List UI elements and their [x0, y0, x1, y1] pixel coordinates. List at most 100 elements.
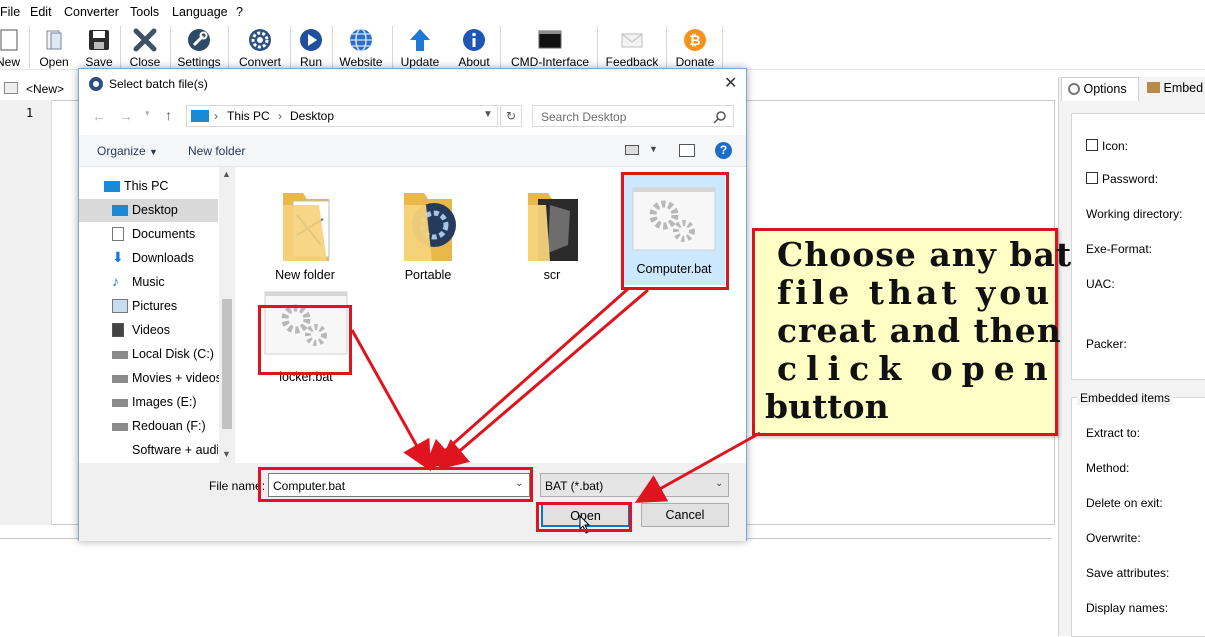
donate-label: Donate: [675, 55, 715, 69]
about-button[interactable]: About: [454, 24, 494, 70]
nav-pictures[interactable]: Pictures: [112, 299, 177, 313]
scroll-down-icon[interactable]: ▼: [222, 449, 231, 459]
gear-icon: [89, 77, 103, 91]
organize-label: Organize: [97, 144, 146, 158]
packer-label: Packer:: [1086, 337, 1127, 351]
info-icon: [463, 29, 485, 51]
envelope-icon: [621, 33, 643, 48]
forward-icon[interactable]: →: [119, 108, 133, 124]
nav-documents[interactable]: Documents: [112, 227, 195, 241]
music-icon: ♪: [112, 273, 119, 289]
delete-on-exit-label: Delete on exit:: [1086, 496, 1163, 510]
cancel-button[interactable]: Cancel: [641, 503, 729, 527]
preview-pane-icon[interactable]: [679, 144, 695, 157]
feedback-button[interactable]: Feedback: [602, 24, 662, 70]
extract-to-label: Extract to:: [1086, 426, 1141, 440]
nav-movies-videos[interactable]: Movies + videos: [112, 371, 222, 385]
file-type-select[interactable]: BAT (*.bat) ⌄: [540, 473, 729, 497]
menu-file[interactable]: File: [0, 5, 20, 19]
save-button[interactable]: Save: [82, 24, 116, 70]
toolbar: New Open Save Close Settings Convert Run…: [0, 24, 1205, 70]
update-button[interactable]: Update: [398, 24, 442, 70]
pictures-icon: [112, 299, 128, 313]
file-name: Portable: [404, 268, 452, 282]
new-folder-button[interactable]: New folder: [188, 144, 245, 158]
nav-scrollbar[interactable]: ▲ ▼: [219, 167, 235, 463]
chevron-right-icon: ›: [278, 109, 282, 123]
feedback-label: Feedback: [605, 55, 659, 69]
scrollbar-thumb[interactable]: [222, 299, 232, 429]
new-document-icon: [0, 29, 18, 51]
menu-language[interactable]: Language: [172, 5, 228, 19]
nav-this-pc[interactable]: This PC: [104, 179, 168, 193]
open-file-icon: [46, 30, 62, 50]
website-button[interactable]: Website: [336, 24, 386, 70]
videos-icon: [112, 323, 124, 337]
new-button[interactable]: New: [0, 24, 24, 70]
close-icon[interactable]: ✕: [724, 73, 737, 93]
nav-software-audio[interactable]: Software + audio: [132, 443, 218, 457]
open-button[interactable]: Open: [36, 24, 72, 70]
globe-icon: [350, 28, 372, 52]
donate-button[interactable]: ₿ Donate: [672, 24, 718, 70]
nav-redouan-f[interactable]: Redouan (F:): [112, 419, 206, 433]
nav-downloads[interactable]: ⬇ Downloads: [112, 249, 194, 265]
password-checkbox[interactable]: [1086, 172, 1098, 184]
breadcrumb-this-pc[interactable]: This PC: [227, 109, 270, 123]
menu-help[interactable]: ?: [236, 5, 243, 19]
close-button[interactable]: Close: [126, 24, 164, 70]
address-bar-row: ← → ▾ ↑ › This PC › Desktop ▼ ↻ Search D…: [79, 99, 746, 135]
menu-converter[interactable]: Converter: [64, 5, 119, 19]
file-name-label: File name:: [209, 479, 266, 493]
nav-music[interactable]: ♪ Music: [112, 273, 165, 289]
box-icon: [1147, 82, 1160, 93]
help-icon[interactable]: ?: [715, 142, 732, 159]
settings-label: Settings: [177, 55, 221, 69]
gear-icon: [249, 29, 271, 51]
convert-button[interactable]: Convert: [236, 24, 284, 70]
display-names-label: Display names:: [1086, 601, 1169, 615]
settings-button[interactable]: Settings: [176, 24, 222, 70]
callout-line-4: click open: [777, 349, 1057, 388]
close-label: Close: [129, 55, 161, 69]
nav-desktop[interactable]: Desktop: [112, 203, 178, 217]
search-icon: [713, 111, 726, 124]
file-item-scr[interactable]: scr: [497, 175, 607, 282]
file-item-new-folder[interactable]: New folder: [250, 175, 360, 282]
output-panel: [0, 538, 1052, 636]
nav-label: Images (E:): [132, 395, 197, 409]
nav-local-disk-c[interactable]: Local Disk (C:): [112, 347, 214, 361]
nav-label: Videos: [132, 323, 170, 337]
organize-button[interactable]: Organize ▼: [97, 144, 158, 158]
nav-videos[interactable]: Videos: [112, 323, 170, 337]
svg-text:₿: ₿: [689, 33, 700, 49]
search-input[interactable]: Search Desktop: [532, 105, 734, 127]
scroll-up-icon[interactable]: ▲: [222, 169, 231, 179]
drive-icon: [112, 375, 128, 383]
breadcrumb[interactable]: › This PC › Desktop ▼: [186, 105, 498, 127]
cmd-interface-button[interactable]: CMD-Interface: [506, 24, 594, 70]
new-label: New: [0, 55, 20, 69]
view-dropdown-icon[interactable]: ▼: [649, 144, 658, 154]
floppy-disk-icon: [89, 30, 109, 50]
file-item-portable[interactable]: Portable: [373, 175, 483, 282]
back-icon[interactable]: ←: [92, 108, 106, 124]
password-label: Password:: [1102, 172, 1159, 186]
chevron-down-icon[interactable]: ▼: [483, 109, 493, 120]
line-gutter: 1: [0, 100, 52, 525]
menu-edit[interactable]: Edit: [30, 5, 52, 19]
nav-images-e[interactable]: Images (E:): [112, 395, 197, 409]
up-icon[interactable]: ↑: [165, 107, 172, 123]
menu-tools[interactable]: Tools: [130, 5, 159, 19]
overwrite-label: Overwrite:: [1086, 531, 1141, 545]
line-number: 1: [26, 106, 34, 120]
icon-checkbox[interactable]: [1086, 139, 1098, 151]
view-icon[interactable]: [625, 145, 639, 155]
recent-dropdown-icon[interactable]: ▾: [145, 108, 150, 119]
editor-tab[interactable]: <New>: [0, 77, 80, 101]
run-button[interactable]: Run: [294, 24, 328, 70]
tab-embed[interactable]: Embed: [1141, 77, 1205, 101]
breadcrumb-desktop[interactable]: Desktop: [290, 109, 334, 123]
tab-options[interactable]: Options: [1061, 77, 1139, 101]
refresh-icon[interactable]: ↻: [500, 105, 522, 127]
